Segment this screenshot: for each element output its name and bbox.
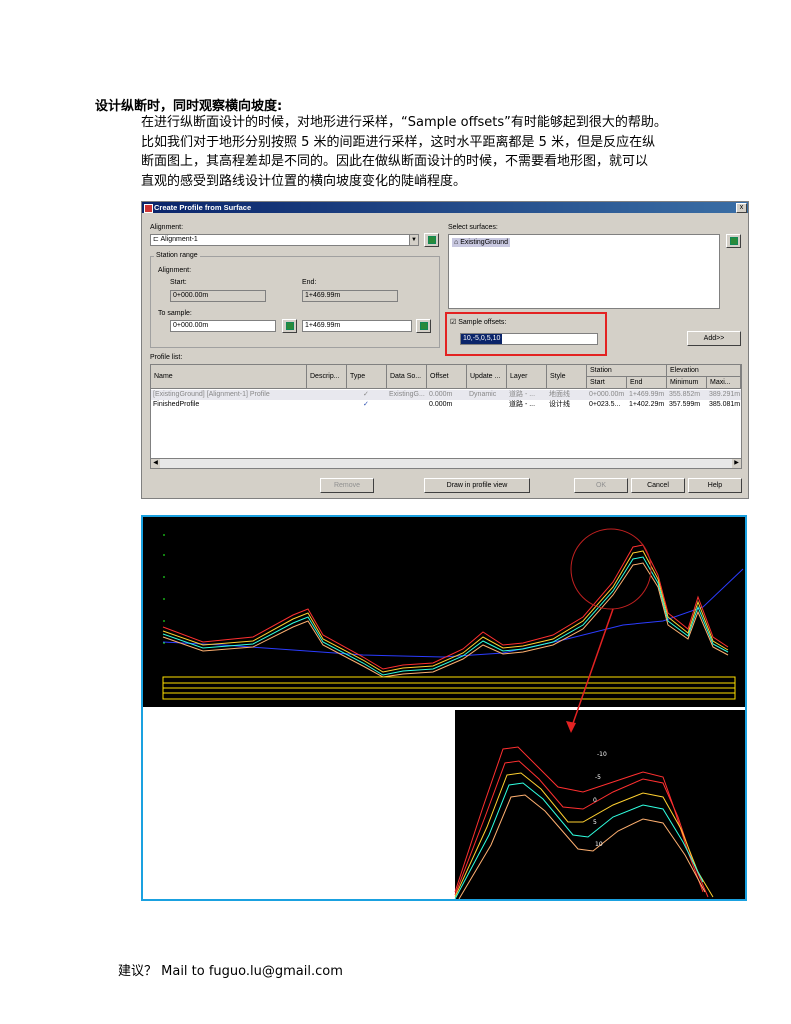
offset-label: -5 — [595, 774, 601, 781]
offset-label: 10 — [595, 841, 603, 848]
chevron-down-icon[interactable]: ▼ — [409, 234, 419, 246]
end-label: End: — [302, 279, 317, 286]
cell-end: 1+402.29m — [629, 401, 665, 408]
checkbox-icon[interactable]: ✓ — [361, 400, 381, 410]
cell-max: 389.291m — [709, 391, 741, 398]
sample-offsets-label: Sample offsets: — [458, 319, 507, 326]
profile-list-label: Profile list: — [150, 354, 183, 361]
col-station-end[interactable]: End — [627, 377, 667, 389]
help-button[interactable]: Help — [688, 478, 742, 493]
cell-name: FinishedProfile — [153, 401, 200, 408]
col-offset[interactable]: Offset — [427, 365, 467, 389]
table-row[interactable]: FinishedProfile ✓ 0.000m 道路 - ... 设计线 0+… — [151, 400, 741, 410]
sample-end-field[interactable]: 1+469.99m — [302, 320, 412, 332]
alignment-value: Alignment-1 — [160, 236, 198, 243]
cell-style: 设计线 — [549, 401, 570, 408]
paragraph-line: 比如我们对于地形分别按照 5 米的间距进行采样，这时水平距离都是 5 米，但是反… — [141, 134, 656, 150]
profile-view-drawing — [143, 517, 745, 899]
station-range-label: Station range — [154, 252, 200, 259]
col-description[interactable]: Descrip... — [307, 365, 347, 389]
cell-max: 385.081m — [709, 401, 741, 408]
alignment-select[interactable]: ⊏ Alignment-1 — [150, 234, 414, 246]
cell-end: 1+469.99m — [629, 391, 665, 398]
col-station-start[interactable]: Start — [587, 377, 627, 389]
pick-alignment-button[interactable] — [424, 233, 439, 247]
dialog-title: Create Profile from Surface — [154, 203, 252, 212]
app-icon — [144, 204, 153, 213]
col-elev-max[interactable]: Maxi... — [707, 377, 741, 389]
to-sample-label: To sample: — [158, 310, 192, 317]
intro-paragraph: 在进行纵断面设计的时候，对地形进行采样，“Sample offsets”有时能够… — [141, 113, 721, 191]
cell-min: 357.599m — [669, 401, 701, 408]
remove-button[interactable]: Remove — [320, 478, 374, 493]
cell-layer: 道路 - ... — [509, 391, 536, 398]
surface-name: ExistingGround — [460, 239, 509, 246]
col-layer[interactable]: Layer — [507, 365, 547, 389]
checkbox-icon[interactable]: ✓ — [361, 390, 381, 400]
paragraph-line: 断面图上，其高程差却是不同的。因此在做纵断面设计的时候，不需要看地形图，就可以 — [141, 154, 649, 169]
cell-start: 0+023.5... — [589, 401, 621, 408]
cell-start: 0+000.00m — [589, 391, 625, 398]
start-label: Start: — [170, 279, 187, 286]
paragraph-line: 在进行纵断面设计的时候，对地形进行采样，“Sample offsets”有时能够… — [141, 115, 667, 130]
col-name[interactable]: Name — [151, 365, 307, 389]
cell-min: 355.852m — [669, 391, 701, 398]
cell-offset: 0.000m — [429, 401, 453, 408]
col-type[interactable]: Type — [347, 365, 387, 389]
add-button[interactable]: Add>> — [687, 331, 741, 346]
sample-offsets-checkbox[interactable]: ☑ Sample offsets: — [450, 318, 506, 326]
station-range-group — [150, 256, 440, 348]
cell-name: [ExistingGround] [Alignment-1] Profile — [153, 391, 270, 398]
pick-end-button[interactable] — [416, 319, 431, 333]
pick-start-button[interactable] — [282, 319, 297, 333]
offset-label: 0 — [593, 797, 597, 804]
pick-surface-button[interactable] — [726, 234, 741, 248]
col-data-source[interactable]: Data So... — [387, 365, 427, 389]
surface-item[interactable]: ⌂ ExistingGround — [452, 238, 511, 247]
ok-button[interactable]: OK — [574, 478, 628, 493]
col-elev-min[interactable]: Minimum — [667, 377, 707, 389]
surface-icon: ⌂ — [454, 239, 459, 246]
col-style[interactable]: Style — [547, 365, 587, 389]
col-elevation[interactable]: Elevation — [667, 365, 741, 377]
section-heading: 设计纵断时，同时观察横向坡度: — [95, 99, 283, 114]
sample-offsets-input[interactable]: 10,-5,0,5,10 — [460, 333, 598, 345]
draw-in-profile-view-button[interactable]: Draw in profile view — [424, 478, 530, 493]
scroll-left-icon[interactable]: ◀ — [151, 459, 160, 468]
sample-offsets-value: 10,-5,0,5,10 — [461, 334, 503, 344]
cell-style: 地面线 — [549, 391, 570, 398]
profile-table[interactable]: Name Descrip... Type Data So... Offset U… — [150, 364, 742, 465]
cell-update: Dynamic — [469, 391, 497, 398]
footer-contact: 建议？ Mail to fuguo.lu@gmail.com — [118, 964, 343, 979]
alignment-sub-label: Alignment: — [158, 267, 192, 274]
cell-data-source: ExistingG... — [389, 391, 425, 398]
cell-layer: 道路 - ... — [509, 401, 536, 408]
col-update[interactable]: Update ... — [467, 365, 507, 389]
select-surfaces-label: Select surfaces: — [448, 224, 498, 231]
table-row[interactable]: [ExistingGround] [Alignment-1] Profile ✓… — [151, 390, 741, 400]
cancel-button[interactable]: Cancel — [631, 478, 685, 493]
surfaces-list[interactable]: ⌂ ExistingGround — [448, 234, 720, 309]
cell-offset: 0.000m — [429, 391, 453, 398]
close-button[interactable]: x — [736, 203, 747, 213]
horizontal-scrollbar[interactable]: ◀ ▶ — [150, 458, 742, 469]
paragraph-line: 直观的感受到路线设计位置的横向坡度变化的陡峭程度。 — [141, 173, 467, 189]
offset-label: 5 — [593, 819, 597, 826]
alignment-label: Alignment: — [150, 224, 184, 231]
offset-label: -10 — [597, 751, 607, 758]
profile-view-figure: -10 -5 0 5 10 — [141, 515, 747, 901]
dialog-titlebar: Create Profile from Surface — [142, 202, 748, 213]
end-field: 1+469.99m — [302, 290, 398, 302]
scroll-right-icon[interactable]: ▶ — [732, 459, 741, 468]
start-field: 0+000.00m — [170, 290, 266, 302]
sample-start-field[interactable]: 0+000.00m — [170, 320, 276, 332]
create-profile-dialog: Create Profile from Surface x Alignment:… — [141, 201, 749, 499]
col-station[interactable]: Station — [587, 365, 667, 377]
